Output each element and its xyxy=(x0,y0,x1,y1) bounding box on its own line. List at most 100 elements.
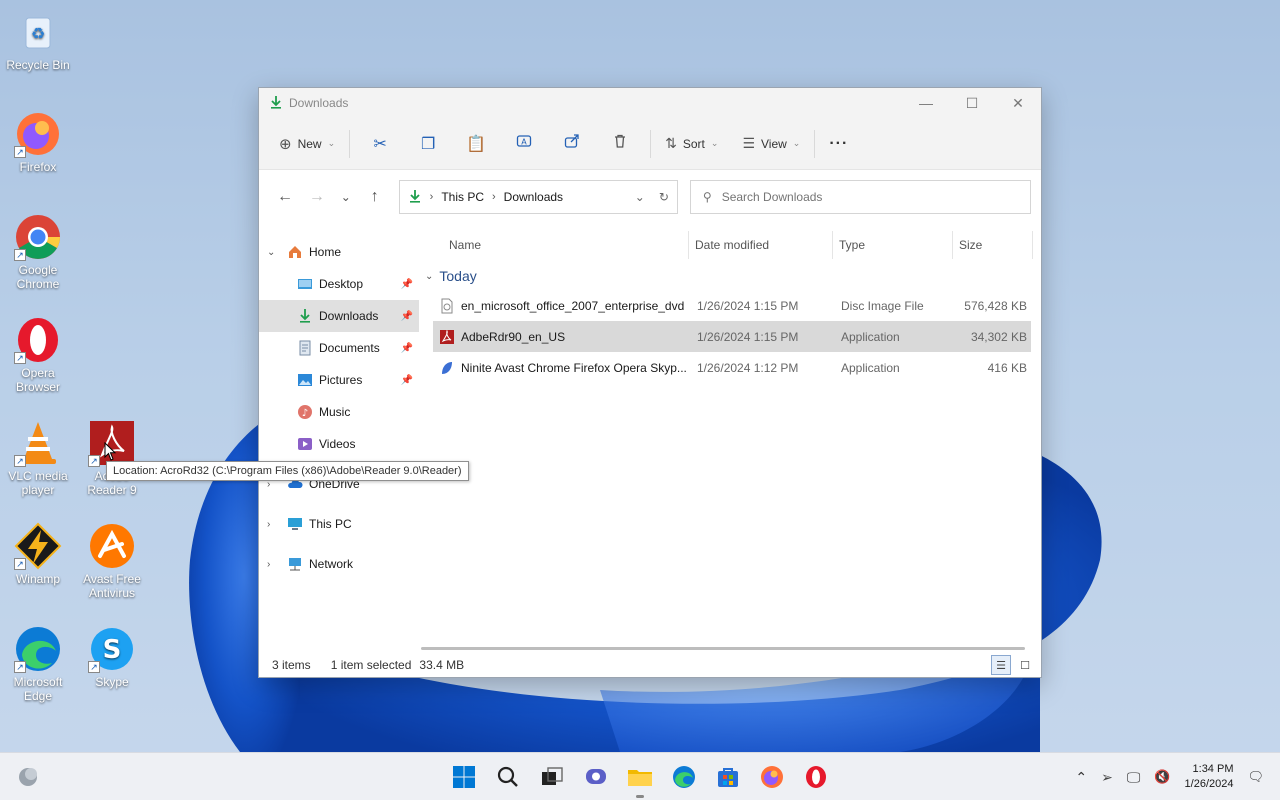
desktop-icon-skype[interactable]: S ↗ Skype xyxy=(74,625,150,689)
desktop-icon-label: Antivirus xyxy=(88,586,135,600)
rename-button[interactable]: A xyxy=(500,128,548,160)
nav-item-downloads[interactable]: Downloads 📌 xyxy=(259,300,419,332)
table-row[interactable]: Ninite Avast Chrome Firefox Opera Skyp..… xyxy=(433,352,1031,383)
taskbar-edge[interactable] xyxy=(670,763,698,791)
chat-icon xyxy=(586,769,606,784)
recent-locations-button[interactable]: ⌄ xyxy=(333,181,359,213)
pin-icon[interactable]: 📌 xyxy=(401,279,413,290)
paste-button[interactable]: 📋 xyxy=(452,128,500,160)
file-date: 1/26/2024 1:15 PM xyxy=(697,298,799,313)
nav-item-home[interactable]: ⌄ Home xyxy=(259,236,419,268)
title-bar[interactable]: Downloads — ☐ ✕ xyxy=(259,88,1041,118)
mouse-cursor-icon xyxy=(104,442,117,461)
pin-icon[interactable]: 📌 xyxy=(401,343,413,354)
column-header-size[interactable]: Size xyxy=(953,231,1033,259)
edge-icon xyxy=(673,766,695,788)
view-button[interactable]: ☰ View ⌄ xyxy=(734,128,808,160)
nav-item-documents[interactable]: Documents 📌 xyxy=(259,332,419,364)
back-button[interactable]: ← xyxy=(269,181,301,213)
desktop-icon-chrome[interactable]: ↗ Google Chrome xyxy=(0,213,76,291)
close-button[interactable]: ✕ xyxy=(995,88,1041,118)
network-display-icon[interactable]: 🖵 xyxy=(1127,769,1141,786)
store-bag-icon xyxy=(718,768,738,787)
sort-button[interactable]: ⇅ Sort ⌄ xyxy=(657,128,726,160)
notification-icon[interactable]: 🗨 xyxy=(1247,769,1264,785)
cut-button[interactable]: ✂ xyxy=(356,128,404,160)
desktop-icon-label: Skype xyxy=(95,675,129,689)
taskbar-store[interactable] xyxy=(714,763,742,791)
table-row[interactable]: AdbeRdr90_en_US 1/26/2024 1:15 PM Applic… xyxy=(433,321,1031,352)
desktop-icon-winamp[interactable]: ↗ Winamp xyxy=(0,522,76,586)
delete-button[interactable] xyxy=(596,128,644,160)
taskbar-chat-button[interactable] xyxy=(582,763,610,791)
breadcrumb-downloads[interactable]: Downloads xyxy=(504,190,563,204)
desktop-icon-opera[interactable]: ↗ Opera Browser xyxy=(0,316,76,394)
search-box[interactable]: ⚲ xyxy=(689,180,1031,214)
task-view-button[interactable] xyxy=(538,763,566,791)
edge-icon: ↗ xyxy=(14,625,62,673)
desktop-icon-vlc[interactable]: ↗ VLC media player xyxy=(0,419,76,497)
maximize-button[interactable]: ☐ xyxy=(949,88,995,118)
view-list-icon: ☰ xyxy=(742,135,755,151)
svg-text:S: S xyxy=(103,635,122,665)
copy-button[interactable]: ❐ xyxy=(404,128,452,160)
desktop-icon-avast[interactable]: Avast Free Antivirus xyxy=(74,522,150,600)
taskbar-firefox[interactable] xyxy=(758,763,786,791)
taskbar-search-button[interactable] xyxy=(494,763,522,791)
desktop-icon-label: Google xyxy=(18,263,58,277)
share-button[interactable] xyxy=(548,128,596,160)
refresh-icon[interactable]: ↻ xyxy=(659,190,669,204)
column-header-name[interactable]: Name xyxy=(423,231,689,259)
network-icon xyxy=(287,556,303,572)
details-view-button[interactable]: ☰ xyxy=(991,655,1011,675)
nav-item-pictures[interactable]: Pictures 📌 xyxy=(259,364,419,396)
clock[interactable]: 1:34 PM 1/26/2024 xyxy=(1185,762,1234,792)
chevron-right-icon[interactable]: › xyxy=(267,519,270,530)
widgets-button[interactable] xyxy=(14,763,42,791)
address-bar[interactable]: › This PC › Downloads ⌄ ↻ xyxy=(398,180,678,214)
svg-text:♪: ♪ xyxy=(302,408,308,419)
horizontal-scrollbar[interactable] xyxy=(421,647,1025,650)
file-type: Application xyxy=(841,329,900,344)
column-header-type[interactable]: Type xyxy=(833,231,953,259)
file-explorer-window[interactable]: Downloads — ☐ ✕ ⊕ New ⌄ ✂ ❐ 📋 A ⇅ Sort ⌄ xyxy=(258,87,1042,678)
column-header-label: Name xyxy=(449,238,482,252)
pin-icon[interactable]: 📌 xyxy=(401,311,413,322)
breadcrumb-this-pc[interactable]: This PC xyxy=(441,190,484,204)
nav-item-music[interactable]: ♪ Music xyxy=(259,396,419,428)
desktop-icon-edge[interactable]: ↗ Microsoft Edge xyxy=(0,625,76,703)
volume-muted-icon[interactable]: 🔇 xyxy=(1154,769,1170,785)
group-header-today[interactable]: ⌄ Today xyxy=(423,262,1037,290)
nav-item-videos[interactable]: Videos xyxy=(259,428,419,460)
show-hidden-icons-button[interactable]: ⌃ xyxy=(1075,769,1087,786)
taskbar-opera[interactable] xyxy=(802,763,830,791)
column-header-date[interactable]: Date modified xyxy=(689,231,833,259)
nav-item-this-pc[interactable]: › This PC xyxy=(259,508,419,540)
forward-button[interactable]: → xyxy=(301,181,333,213)
tiles-view-button[interactable]: ☐ xyxy=(1015,655,1035,675)
file-name: Ninite Avast Chrome Firefox Opera Skyp..… xyxy=(461,360,687,375)
sort-button-label: Sort xyxy=(682,136,705,151)
desktop-icon-firefox[interactable]: ↗ Firefox xyxy=(0,110,76,174)
up-button[interactable]: ↑ xyxy=(359,181,391,213)
chevron-down-icon[interactable]: ⌄ xyxy=(635,190,645,204)
chevron-down-icon[interactable]: ⌄ xyxy=(267,247,275,258)
location-arrow-icon[interactable]: ➢ xyxy=(1101,769,1113,786)
minimize-button[interactable]: — xyxy=(903,88,949,118)
search-input[interactable] xyxy=(721,190,1002,204)
desktop-icon-label: Chrome xyxy=(16,277,60,291)
more-options-button[interactable]: ··· xyxy=(821,128,856,160)
nav-item-desktop[interactable]: Desktop 📌 xyxy=(259,268,419,300)
taskbar-file-explorer[interactable] xyxy=(626,763,654,791)
window-title: Downloads xyxy=(289,96,349,110)
pin-icon[interactable]: 📌 xyxy=(401,375,413,386)
new-button[interactable]: ⊕ New ⌄ xyxy=(271,128,343,160)
desktop-icon-label: Microsoft xyxy=(13,675,63,689)
table-row[interactable]: en_microsoft_office_2007_enterprise_dvd … xyxy=(433,290,1031,321)
avast-icon xyxy=(88,522,136,570)
chevron-right-icon[interactable]: › xyxy=(267,559,270,570)
start-button[interactable] xyxy=(450,763,478,791)
desktop-icon-recycle-bin[interactable]: ♻ Recycle Bin xyxy=(0,8,76,72)
rename-icon: A xyxy=(516,133,532,154)
nav-item-network[interactable]: › Network xyxy=(259,548,419,580)
